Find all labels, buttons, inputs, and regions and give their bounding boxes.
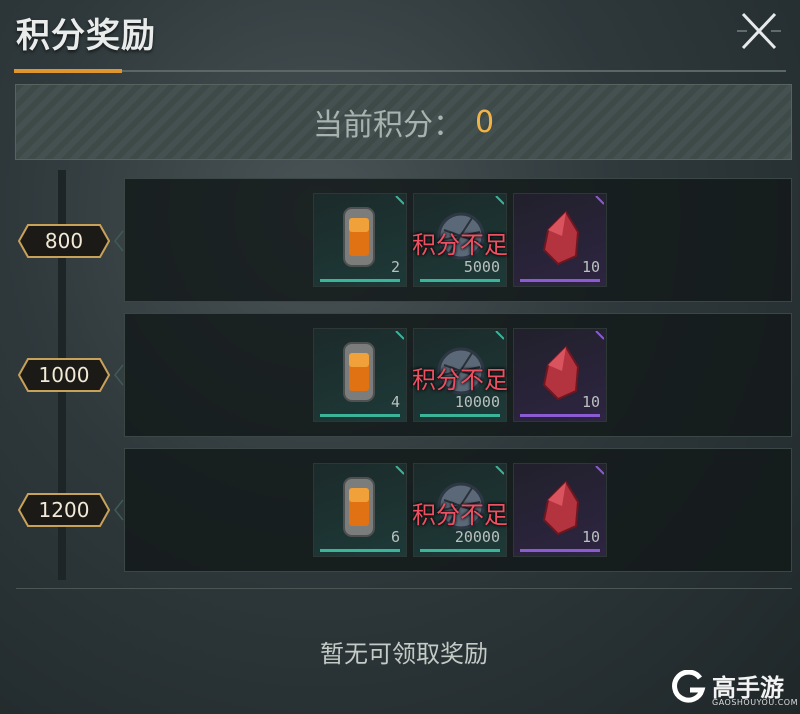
rarity-bar [520, 414, 600, 417]
rarity-bar [520, 549, 600, 552]
item-quantity: 4 [390, 393, 400, 411]
reward-item-slot[interactable]: 10 [513, 328, 607, 422]
current-points-bar: 当前积分： 0 [15, 84, 792, 160]
rarity-bar [320, 549, 400, 552]
reward-item-slot[interactable]: 2 [313, 193, 407, 287]
corner-mark-icon [595, 466, 604, 475]
reward-item-slot[interactable]: 4 [313, 328, 407, 422]
reward-tier-row: 2 5000 10 积分不足 [124, 178, 792, 302]
corner-mark-icon [495, 331, 504, 340]
rarity-bar [320, 414, 400, 417]
item-quantity: 10 [581, 528, 600, 546]
item-quantity: 10 [581, 393, 600, 411]
item-quantity: 10 [581, 258, 600, 276]
close-x-icon [737, 12, 781, 50]
rarity-bar [420, 414, 500, 417]
tier-threshold-badge[interactable]: 1200 [18, 493, 110, 527]
tier-threshold-value: 800 [44, 229, 84, 253]
reward-item-slot[interactable]: 6 [313, 463, 407, 557]
current-points-value: 0 [474, 104, 495, 140]
item-quantity: 6 [390, 528, 400, 546]
corner-mark-icon [495, 196, 504, 205]
close-button[interactable] [735, 8, 783, 54]
insufficient-points-label: 积分不足 [412, 366, 508, 394]
item-quantity: 10000 [454, 393, 500, 411]
footer-divider [16, 588, 792, 589]
tier-threshold-value: 1000 [38, 363, 90, 387]
rarity-bar [420, 549, 500, 552]
insufficient-points-label: 积分不足 [412, 501, 508, 529]
corner-mark-icon [395, 466, 404, 475]
pointer-arrow-icon [114, 499, 124, 521]
reward-item-slot[interactable]: 10 [513, 463, 607, 557]
item-quantity: 5000 [463, 258, 500, 276]
energy-canister-icon [343, 207, 375, 267]
watermark-logo: 高手游 GAOSHOUYOU.COM [672, 668, 799, 712]
reward-item-slot[interactable]: 10 [513, 193, 607, 287]
page-title: 积分奖励 [16, 16, 156, 56]
tier-threshold-value: 1200 [38, 498, 90, 522]
no-rewards-message: 暂无可领取奖励 [320, 640, 488, 668]
corner-mark-icon [595, 196, 604, 205]
pointer-arrow-icon [114, 364, 124, 386]
rarity-bar [320, 279, 400, 282]
tier-threshold-badge[interactable]: 1000 [18, 358, 110, 392]
watermark-domain: GAOSHOUYOU.COM [712, 698, 799, 707]
item-quantity: 2 [390, 258, 400, 276]
rarity-bar [520, 279, 600, 282]
corner-mark-icon [395, 331, 404, 340]
tier-threshold-badge[interactable]: 800 [18, 224, 110, 258]
energy-canister-icon [343, 342, 375, 402]
reward-tier-row: 6 20000 10 积分不足 [124, 448, 792, 572]
corner-mark-icon [395, 196, 404, 205]
current-points-label: 当前积分： [312, 108, 463, 143]
header-divider [14, 70, 786, 72]
corner-mark-icon [495, 466, 504, 475]
item-quantity: 20000 [454, 528, 500, 546]
rarity-bar [420, 279, 500, 282]
header-accent-bar [14, 69, 122, 73]
corner-mark-icon [595, 331, 604, 340]
insufficient-points-label: 积分不足 [412, 231, 508, 259]
pointer-arrow-icon [114, 230, 124, 252]
gaoshouyou-logo-icon [672, 670, 706, 703]
energy-canister-icon [343, 477, 375, 537]
reward-tier-row: 4 10000 10 积分不足 [124, 313, 792, 437]
